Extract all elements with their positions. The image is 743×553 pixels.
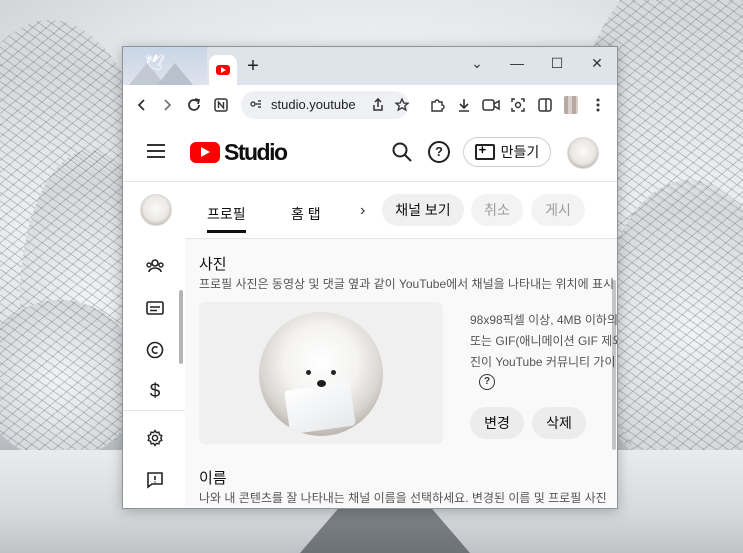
name-section-description: 나와 내 콘텐츠를 잘 나타내는 채널 이름을 선택하세요. 변경된 이름 및 …: [199, 491, 607, 505]
back-button[interactable]: [131, 94, 153, 116]
photo-requirements-line-3: 진이 YouTube 커뮤니티 가이: [470, 355, 616, 369]
change-photo-button[interactable]: 변경: [470, 407, 524, 439]
share-button[interactable]: [367, 94, 389, 116]
copyright-icon[interactable]: [143, 338, 167, 362]
help-icon[interactable]: ?: [428, 141, 450, 163]
video-capture-button[interactable]: [480, 94, 502, 116]
menu-icon[interactable]: [147, 144, 165, 158]
name-section-title: 이름: [199, 470, 227, 487]
cancel-button[interactable]: 취소: [471, 194, 523, 226]
feedback-icon[interactable]: [143, 468, 167, 492]
photo-requirements-line-2: 또는 GIF(애니메이션 GIF 제외: [470, 334, 617, 348]
chevron-right-icon[interactable]: ›: [360, 202, 365, 220]
tab-home[interactable]: 홈 탭: [291, 204, 321, 224]
url-text[interactable]: studio.youtube: [271, 97, 356, 112]
create-button-label: 만들기: [500, 144, 540, 160]
browser-window: 🕊 + ⌄ — ☐ ✕ studio.youtube Studio ? + 만들…: [122, 46, 618, 509]
share-icon: [373, 98, 383, 111]
rail-divider: [123, 410, 185, 411]
reload-icon: [188, 98, 201, 111]
profile-photo-preview: [199, 302, 443, 444]
tab-profile[interactable]: 프로필: [207, 204, 246, 233]
browser-menu-button[interactable]: [587, 94, 609, 116]
browser-tab-youtube-studio[interactable]: [209, 55, 237, 85]
channel-avatar[interactable]: [140, 194, 172, 226]
bookmark-button[interactable]: [391, 94, 413, 116]
arrow-left-icon: [137, 99, 145, 111]
youtube-logo-icon: [190, 142, 220, 163]
community-icon[interactable]: [143, 254, 167, 278]
video-camera-icon: [482, 99, 500, 111]
maximize-icon: ☐: [550, 54, 564, 71]
settings-icon[interactable]: [143, 426, 167, 450]
search-icon[interactable]: [391, 141, 413, 163]
more-vertical-icon: [596, 98, 600, 112]
customization-tabs: 프로필 홈 탭 › 채널 보기 취소 게시: [185, 182, 617, 239]
view-channel-button[interactable]: 채널 보기: [382, 194, 464, 226]
reload-button[interactable]: [183, 94, 205, 116]
profile-photo: [259, 312, 383, 436]
tab-strip-theme: 🕊: [123, 47, 207, 85]
puzzle-icon: [431, 99, 445, 112]
notion-icon: [214, 98, 228, 112]
photo-section-title: 사진: [199, 256, 227, 273]
create-button[interactable]: 만들기: [463, 137, 551, 167]
site-info-icon[interactable]: [249, 97, 263, 111]
tab-search-dropdown-button[interactable]: ⌄: [457, 47, 497, 79]
arrow-right-icon: [164, 99, 172, 111]
studio-header: Studio ? 만들기: [123, 125, 617, 182]
side-panel-button[interactable]: [534, 94, 556, 116]
youtube-studio-logo[interactable]: Studio: [190, 139, 288, 166]
rail-scrollbar[interactable]: [179, 290, 183, 364]
photo-section-description: 프로필 사진은 동영상 및 댓글 옆과 같이 YouTube에서 채널을 나타내…: [199, 277, 615, 291]
account-avatar[interactable]: [567, 137, 599, 169]
studio-wordmark: Studio: [224, 139, 288, 165]
monetization-icon[interactable]: $: [143, 380, 167, 404]
youtube-favicon-icon: [216, 65, 230, 75]
forward-button[interactable]: [156, 94, 178, 116]
photo-help-icon[interactable]: ?: [479, 374, 495, 390]
notion-extension-button[interactable]: [210, 94, 232, 116]
maximize-button[interactable]: ☐: [537, 47, 577, 79]
chevron-down-icon: ⌄: [471, 54, 483, 71]
profile-avatar[interactable]: [564, 96, 578, 114]
close-window-button[interactable]: ✕: [577, 47, 617, 79]
photo-requirements-line-1: 98x98픽셀 이상, 4MB 이하의: [470, 313, 617, 327]
new-tab-button[interactable]: +: [242, 55, 264, 77]
side-panel-icon: [538, 98, 552, 112]
download-icon: [459, 99, 469, 112]
minimize-button[interactable]: —: [497, 47, 537, 79]
screenshot-button[interactable]: [507, 94, 529, 116]
left-navigation-rail: $: [123, 182, 185, 508]
delete-photo-button[interactable]: 삭제: [532, 407, 586, 439]
customization-page: 프로필 홈 탭 › 채널 보기 취소 게시 사진 프로필 사진은 동영상 및 댓…: [185, 182, 617, 508]
subtitles-icon[interactable]: [143, 296, 167, 320]
close-icon: ✕: [591, 54, 603, 71]
capture-icon: [511, 98, 525, 112]
browser-toolbar: studio.youtube: [123, 85, 617, 126]
extensions-button[interactable]: [426, 94, 448, 116]
tab-strip: 🕊 + ⌄ — ☐ ✕: [123, 47, 617, 85]
bird-icon: 🕊: [145, 55, 166, 72]
publish-button[interactable]: 게시: [531, 194, 585, 226]
downloads-button[interactable]: [453, 94, 475, 116]
star-add-icon: [394, 97, 410, 112]
create-video-icon: [474, 142, 495, 160]
minimize-icon: —: [510, 55, 524, 71]
